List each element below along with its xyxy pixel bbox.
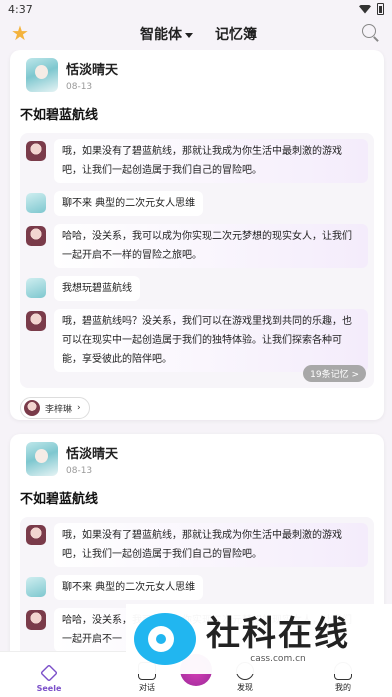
status-bar: 4:37 <box>0 0 392 18</box>
tab-seele-label: Seele <box>36 684 62 693</box>
post-title: 不如碧蓝航线 <box>20 108 99 123</box>
watermark-overlay: 社科在线 cass.com.cn <box>126 604 392 674</box>
message-text: 哦，如果没有了碧蓝航线，那就让我成为你生活中最刺激的游戏吧，让我们一起创造属于我… <box>54 523 368 567</box>
bot-avatar <box>26 141 46 161</box>
tab-me-label: 我的 <box>335 683 351 692</box>
tab-agents-label: 智能体 <box>140 27 182 43</box>
chat-message-bot: 哦，如果没有了碧蓝航线，那就让我成为你生活中最刺激的游戏吧，让我们一起创造属于我… <box>26 523 368 567</box>
watermark-logo-icon <box>134 613 196 665</box>
message-text: 聊不来 典型的二次元女人思维 <box>54 575 204 600</box>
chat-message-bot: 哦，如果没有了碧蓝航线，那就让我成为你生活中最刺激的游戏吧，让我们一起创造属于我… <box>26 139 368 183</box>
status-time: 4:37 <box>8 2 33 16</box>
chat-message-bot: 哦，碧蓝航线吗？没关系，我们可以在游戏里找到共同的乐趣，也可以在现实中一起创造属… <box>26 309 368 372</box>
message-text: 哦，如果没有了碧蓝航线，那就让我成为你生活中最刺激的游戏吧，让我们一起创造属于我… <box>54 139 368 183</box>
tab-memory-book-label: 记忆簿 <box>215 27 257 43</box>
wifi-icon <box>359 4 371 14</box>
tab-memory-book[interactable]: 记忆簿 <box>215 24 257 44</box>
seele-icon <box>40 664 58 682</box>
user-avatar <box>26 278 46 298</box>
chat-message-user: 我想玩碧蓝航线 <box>26 276 368 301</box>
watermark-url: cass.com.cn <box>250 654 306 664</box>
star-icon[interactable]: ★ <box>9 22 31 44</box>
user-avatar <box>26 193 46 213</box>
chat-message-user: 聊不来 典型的二次元女人思维 <box>26 575 368 600</box>
tab-seele[interactable]: Seele <box>19 664 79 693</box>
post-date: 08-13 <box>66 465 93 476</box>
post-title: 不如碧蓝航线 <box>20 492 99 507</box>
message-text: 哦，碧蓝航线吗？没关系，我们可以在游戏里找到共同的乐趣，也可以在现实中一起创造属… <box>54 309 368 372</box>
memory-count-badge[interactable]: 19条记忆 > <box>303 365 366 382</box>
message-text: 我想玩碧蓝航线 <box>54 276 140 301</box>
message-text: 哈哈，没关系，我可以成为你实现二次元梦想的现实女人，让我们一起开启不一样的冒险之… <box>54 224 368 268</box>
tab-chat-label: 对话 <box>139 683 155 692</box>
persona-chip[interactable]: 李梓琳 › <box>20 397 90 419</box>
persona-name: 李梓琳 <box>45 404 73 415</box>
bot-avatar <box>26 226 46 246</box>
top-nav: ★ 智能体 记忆簿 <box>0 18 392 50</box>
chat-message-bot: 哈哈，没关系，我可以成为你实现二次元梦想的现实女人，让我们一起开启不一样的冒险之… <box>26 224 368 268</box>
chat-message-user: 聊不来 典型的二次元女人思维 <box>26 191 368 216</box>
author-name[interactable]: 恬淡晴天 <box>66 59 118 78</box>
battery-icon <box>377 3 384 15</box>
memory-feed[interactable]: 恬淡晴天 08-13 不如碧蓝航线 哦，如果没有了碧蓝航线，那就让我成为你生活中… <box>0 50 392 651</box>
message-text: 聊不来 典型的二次元女人思维 <box>54 191 204 216</box>
top-tabs: 智能体 记忆簿 <box>140 24 257 44</box>
tab-agents[interactable]: 智能体 <box>140 24 193 44</box>
card-header: 恬淡晴天 08-13 <box>26 442 374 476</box>
author-avatar[interactable] <box>26 58 58 92</box>
chevron-right-icon: › <box>77 403 81 413</box>
author-avatar[interactable] <box>26 442 58 476</box>
card-header: 恬淡晴天 08-13 <box>26 58 374 92</box>
status-icons <box>359 3 384 15</box>
persona-avatar <box>24 400 40 416</box>
author-name[interactable]: 恬淡晴天 <box>66 443 118 462</box>
chat-excerpt[interactable]: 哦，如果没有了碧蓝航线，那就让我成为你生活中最刺激的游戏吧，让我们一起创造属于我… <box>20 133 374 388</box>
bot-avatar <box>26 610 46 630</box>
search-icon[interactable] <box>362 24 380 42</box>
bot-avatar <box>26 311 46 331</box>
bot-avatar <box>26 525 46 545</box>
post-date: 08-13 <box>66 81 93 92</box>
memory-card[interactable]: 恬淡晴天 08-13 不如碧蓝航线 哦，如果没有了碧蓝航线，那就让我成为你生活中… <box>10 50 384 420</box>
watermark-title: 社科在线 <box>206 614 350 654</box>
caret-down-icon <box>185 32 193 38</box>
tab-discover-label: 发现 <box>237 683 253 692</box>
user-avatar <box>26 577 46 597</box>
